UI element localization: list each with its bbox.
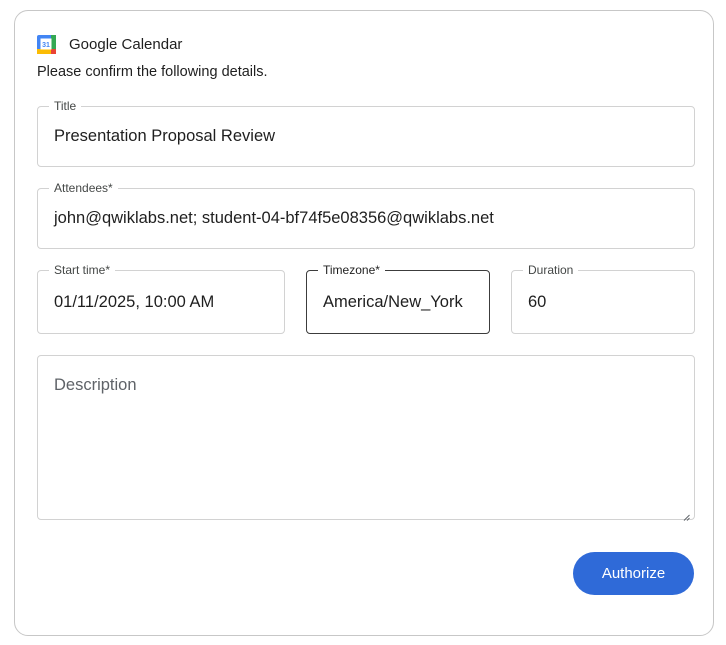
title-field[interactable]: Title Presentation Proposal Review bbox=[37, 99, 695, 167]
title-value: Presentation Proposal Review bbox=[54, 127, 276, 145]
description-placeholder: Description bbox=[54, 376, 137, 394]
duration-field[interactable]: Duration 60 bbox=[511, 263, 695, 334]
attendees-field[interactable]: Attendees* john@qwiklabs.net; student-04… bbox=[37, 181, 695, 249]
timezone-field[interactable]: Timezone* America/New_York bbox=[306, 263, 490, 334]
app-name: Google Calendar bbox=[69, 35, 183, 53]
card-header: 31 Google Calendar bbox=[37, 33, 182, 55]
description-field[interactable]: Description bbox=[37, 355, 695, 521]
calendar-icon-day: 31 bbox=[42, 42, 50, 49]
authorize-button[interactable]: Authorize bbox=[573, 552, 694, 595]
timezone-value: America/New_York bbox=[323, 292, 463, 311]
google-calendar-icon: 31 bbox=[37, 34, 56, 54]
resize-handle-icon[interactable] bbox=[683, 508, 690, 521]
start-time-field[interactable]: Start time* 01/11/2025, 10:00 AM bbox=[37, 263, 285, 334]
start-time-value: 01/11/2025, 10:00 AM bbox=[54, 292, 215, 311]
duration-value: 60 bbox=[528, 292, 547, 311]
confirmation-card: 31 Google Calendar Please confirm the fo… bbox=[14, 10, 714, 636]
confirm-instructions: Please confirm the following details. bbox=[37, 64, 268, 80]
attendees-value: john@qwiklabs.net; student-04-bf74f5e083… bbox=[54, 209, 494, 227]
